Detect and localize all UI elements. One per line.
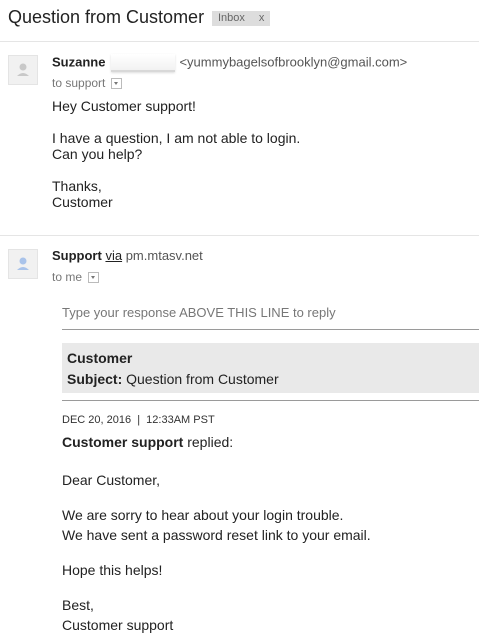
recipient-text: to me — [52, 270, 83, 284]
message2-body: Dear Customer, We are sorry to hear abou… — [62, 470, 371, 635]
remove-label-button[interactable]: x — [259, 12, 265, 24]
replied-line: Customer support replied: — [62, 434, 233, 450]
reply-date: DEC 20, 2016 | 12:33AM PST — [62, 414, 215, 426]
chevron-down-icon[interactable] — [111, 78, 123, 90]
inbox-label-text: Inbox — [218, 12, 245, 24]
reply-instruction: Type your response ABOVE THIS LINE to re… — [62, 305, 336, 320]
customer-name: Customer — [67, 350, 133, 366]
message1-body: Hey Customer support! I have a question,… — [52, 98, 300, 210]
via-link[interactable]: via — [105, 248, 122, 263]
sender-email: <yummybagelsofbrooklyn@gmail.com> — [179, 54, 408, 70]
body-line: I have a question, I am not able to logi… — [52, 130, 301, 146]
message1-sender[interactable]: Suzanne <yummybagelsofbrooklyn@gmail.com> — [52, 54, 407, 72]
body-line: Hope this helps! — [62, 562, 163, 578]
subject-value: Question from Customer — [126, 371, 279, 387]
message2-recipients: to me — [52, 270, 100, 284]
body-line: Best, — [62, 597, 94, 613]
person-icon — [17, 63, 29, 76]
via-domain: pm.mtasv.net — [125, 248, 203, 263]
reply-divider — [62, 400, 479, 401]
reply-divider — [62, 329, 479, 330]
sender-avatar[interactable] — [8, 249, 38, 279]
sender-name: Suzanne — [52, 54, 106, 70]
recipient-text: to support — [52, 76, 106, 90]
person-icon — [17, 257, 29, 270]
body-line: Customer — [52, 194, 113, 210]
body-line: Can you help? — [52, 146, 143, 162]
body-line: Hey Customer support! — [52, 98, 196, 114]
quoted-subject: Subject: Question from Customer — [67, 371, 279, 387]
divider — [0, 41, 479, 42]
replied-text: replied: — [187, 434, 234, 450]
body-line: Thanks, — [52, 178, 102, 194]
redacted-block — [111, 54, 176, 72]
sender-name: Support — [52, 248, 102, 263]
inbox-label[interactable]: Inbox x — [212, 11, 271, 26]
quoted-customer-box: Customer Subject: Question from Customer — [62, 343, 479, 393]
body-line: Customer support — [62, 617, 174, 633]
message2-sender[interactable]: Support via pm.mtasv.net — [52, 248, 203, 263]
body-line: We have sent a password reset link to yo… — [62, 527, 371, 543]
thread-subject: Question from Customer — [8, 7, 205, 27]
divider — [0, 235, 479, 236]
message1-recipients: to support — [52, 76, 123, 90]
body-line: We are sorry to hear about your login tr… — [62, 507, 344, 523]
replier-name: Customer support — [62, 434, 184, 450]
subject-label: Subject: — [67, 371, 123, 387]
sender-avatar[interactable] — [8, 55, 38, 85]
chevron-down-icon[interactable] — [88, 272, 100, 284]
body-line: Dear Customer, — [62, 472, 161, 488]
thread-header: Question from Customer Inbox x — [0, 0, 479, 40]
